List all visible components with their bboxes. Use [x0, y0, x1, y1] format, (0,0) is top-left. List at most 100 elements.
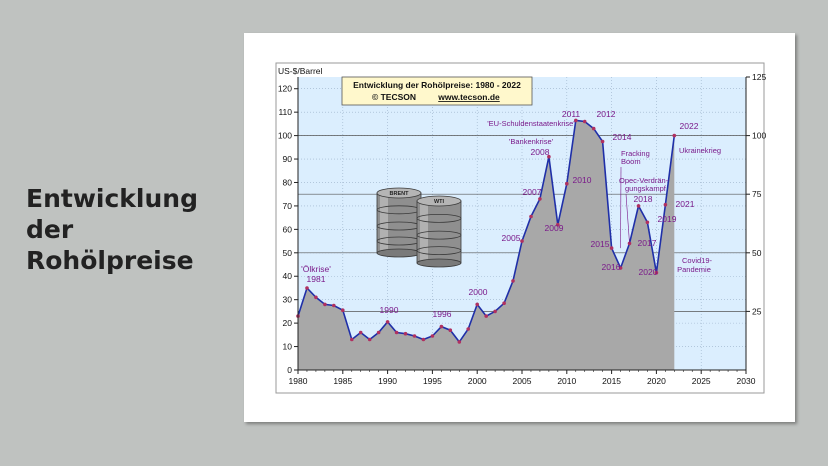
data-point — [591, 126, 596, 131]
slide-title-line-1: Entwicklung — [26, 184, 198, 213]
annotation-label: Boom — [621, 157, 641, 166]
annotation-label: 1981 — [307, 274, 326, 284]
annotation-label: 2022 — [680, 121, 699, 131]
annotation-label: 1990 — [380, 305, 399, 315]
x-tick-label: 2030 — [737, 376, 756, 386]
x-tick-label: 1985 — [333, 376, 352, 386]
data-point — [341, 308, 345, 313]
annotation-label: 2009 — [545, 223, 564, 233]
y-tick-label-left: 50 — [283, 248, 293, 258]
annotation-label: 2015 — [591, 239, 610, 249]
data-point — [358, 330, 363, 335]
data-point — [439, 324, 444, 329]
x-tick-label: 1995 — [423, 376, 442, 386]
data-point — [511, 279, 515, 283]
oil-barrel-icon: WTI — [416, 195, 462, 268]
data-point — [457, 340, 462, 344]
data-point — [430, 334, 435, 338]
data-point — [412, 334, 417, 338]
data-point — [403, 331, 408, 336]
data-point — [636, 204, 641, 208]
x-tick-label: 2000 — [468, 376, 487, 386]
slide-title-line-2: der — [26, 215, 74, 244]
data-point — [394, 330, 399, 335]
data-point — [663, 202, 668, 207]
barrel-label: WTI — [434, 199, 445, 205]
annotation-label: 'Ölkrise' — [301, 264, 331, 274]
chart-copyright: © TECSON — [372, 92, 416, 102]
data-point — [323, 302, 327, 307]
annotation-label: 2020 — [639, 267, 658, 277]
annotation-label: 2007 — [523, 187, 542, 197]
data-point — [305, 286, 309, 290]
annotation-label: Ukrainekrieg — [679, 146, 721, 155]
data-point — [538, 197, 542, 201]
x-tick-label: 2020 — [647, 376, 666, 386]
data-point — [529, 214, 533, 219]
y-tick-label-left: 100 — [278, 131, 292, 141]
data-point — [466, 327, 470, 331]
annotation-label: 2000 — [469, 287, 488, 297]
y-tick-label-left: 110 — [278, 107, 292, 117]
x-tick-label: 2015 — [602, 376, 621, 386]
data-point — [502, 301, 506, 306]
y-tick-label-left: 10 — [283, 342, 293, 352]
y-tick-label-left: 70 — [283, 201, 293, 211]
slide-title: Entwicklung der Rohölpreise — [26, 183, 226, 276]
y-tick-label-left: 60 — [283, 224, 293, 234]
annotation-label: 2016 — [602, 262, 621, 272]
data-point — [314, 295, 318, 300]
data-point — [493, 309, 497, 314]
data-point — [350, 337, 354, 342]
chart-website: www.tecson.de — [437, 92, 500, 102]
annotation-label: 'Bankenkrise' — [509, 137, 554, 146]
oil-barrel-icon: BRENT — [376, 187, 422, 258]
data-point — [582, 119, 587, 124]
annotation-label: 2005 — [502, 233, 521, 243]
y-axis-label: US-$/Barrel — [278, 66, 323, 76]
annotation-label: 1996 — [433, 309, 452, 319]
data-point — [448, 328, 453, 333]
data-point — [421, 337, 426, 342]
annotation-label: 2018 — [634, 194, 653, 204]
data-point — [600, 139, 605, 144]
annotation-label: 'EU-Schuldenstaatenkrise' — [487, 119, 575, 128]
y-tick-label-right: 50 — [752, 248, 762, 258]
data-point — [475, 302, 479, 307]
y-tick-label-right: 100 — [752, 131, 766, 141]
y-tick-label-right: 125 — [752, 72, 766, 82]
data-point — [484, 314, 488, 318]
y-tick-label-left: 120 — [278, 84, 292, 94]
data-point — [332, 303, 336, 308]
barrel-label: BRENT — [390, 191, 410, 197]
annotation-label: Covid19- — [682, 256, 713, 265]
oil-price-chart: 1980 1985 1990 1995 2000 2005 2010 2015 2020 2025… — [275, 62, 766, 394]
annotation-label: 2019 — [658, 214, 677, 224]
annotation-label: 2021 — [676, 199, 695, 209]
y-tick-label-right: 25 — [752, 306, 762, 316]
y-tick-label-left: 0 — [287, 365, 292, 375]
annotation-label: 2017 — [638, 238, 657, 248]
x-tick-label: 2005 — [513, 376, 532, 386]
data-point — [520, 239, 524, 243]
annotation-label: Pandemie — [677, 265, 711, 274]
y-tick-label-left: 20 — [283, 318, 293, 328]
annotation-label: 2008 — [531, 147, 550, 157]
data-point — [385, 320, 390, 324]
y-tick-label-left: 90 — [283, 154, 293, 164]
data-point — [376, 330, 381, 335]
y-tick-label-left: 40 — [283, 271, 293, 281]
y-tick-label-left: 30 — [283, 295, 293, 305]
data-point — [609, 246, 614, 250]
y-tick-label-left: 80 — [283, 177, 293, 187]
barrel-bottom — [416, 258, 462, 268]
data-point — [645, 220, 650, 225]
x-tick-label: 1980 — [289, 376, 308, 386]
annotation-label: 2012 — [597, 109, 616, 119]
data-point — [565, 181, 569, 186]
annotation-label: 2011 — [562, 109, 581, 119]
chart-frame: 1980 1985 1990 1995 2000 2005 2010 2015 2020 2025… — [244, 33, 795, 422]
annotation-label: gungskampf — [625, 184, 667, 193]
barrel-bottom — [376, 248, 422, 258]
y-tick-label-right: 75 — [752, 189, 762, 199]
